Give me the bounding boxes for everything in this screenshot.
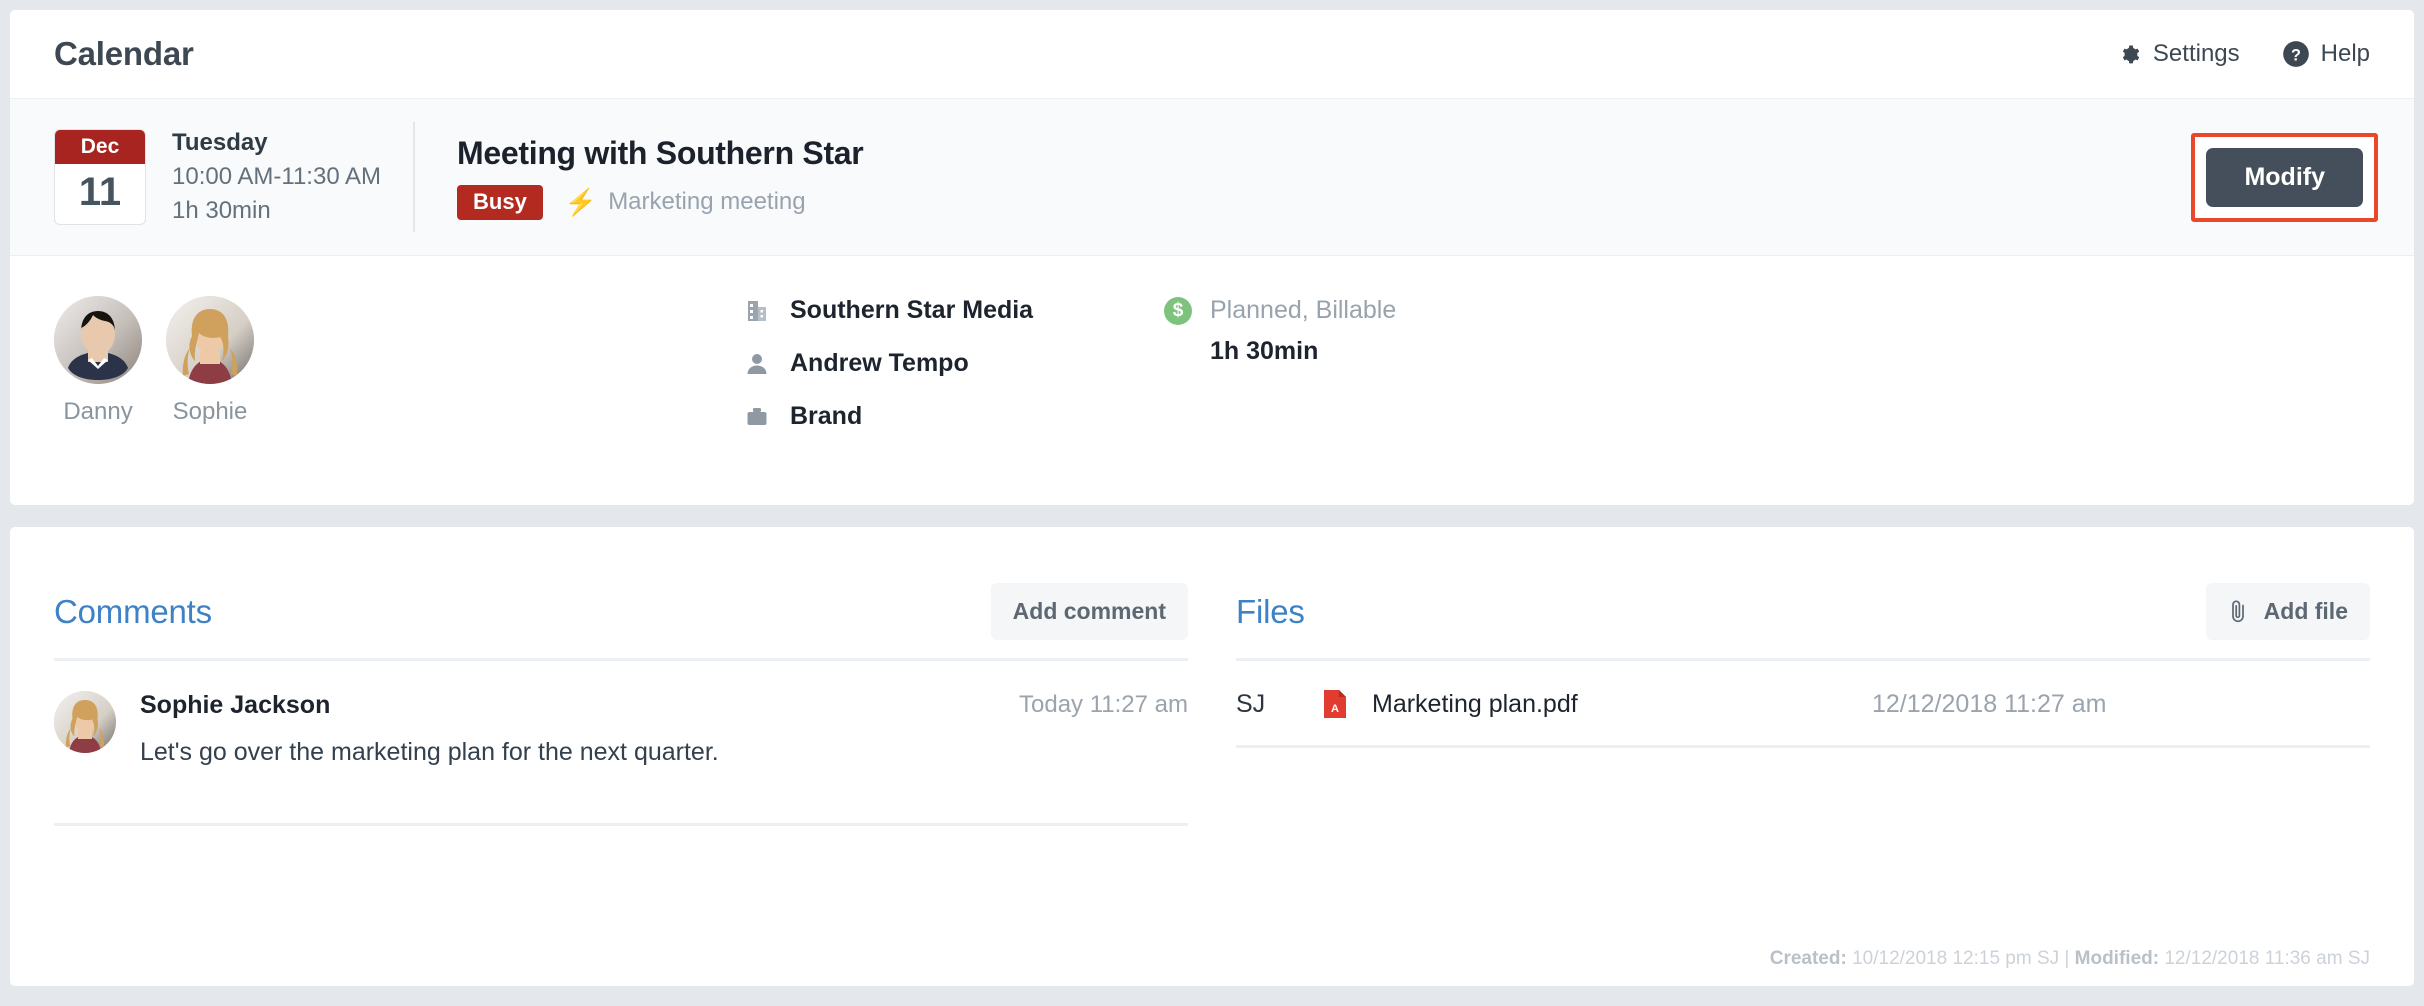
event-weekday: Tuesday bbox=[172, 128, 268, 156]
modify-button[interactable]: Modify bbox=[2206, 147, 2363, 207]
divider bbox=[54, 823, 1188, 826]
title-bar: Calendar Settings ? Help bbox=[10, 10, 2414, 98]
billing-block: $ Planned, Billable 1h 30min bbox=[1164, 296, 2370, 504]
billing-row: $ Planned, Billable bbox=[1164, 296, 2370, 325]
comment-author: Sophie Jackson bbox=[140, 691, 331, 719]
file-row[interactable]: SJ A Marketing plan.pdf 12/12/2018 11:27… bbox=[1236, 661, 2370, 745]
vertical-divider bbox=[413, 122, 416, 232]
created-label: Created: bbox=[1769, 948, 1847, 969]
event-meta-list: Southern Star Media Andrew Tempo Brand bbox=[744, 296, 1164, 504]
comment-item: Sophie Jackson Today 11:27 am Let's go o… bbox=[54, 661, 1188, 767]
attendee-name: Danny bbox=[63, 398, 133, 425]
comment-time: Today 11:27 am bbox=[1019, 691, 1188, 718]
avatar bbox=[54, 691, 116, 753]
meta-value: Southern Star Media bbox=[790, 296, 1034, 324]
gear-icon bbox=[2115, 41, 2142, 68]
question-circle-icon: ? bbox=[2282, 40, 2310, 68]
date-badge: Dec 11 bbox=[54, 129, 146, 225]
help-button[interactable]: ? Help bbox=[2282, 40, 2370, 68]
help-label: Help bbox=[2320, 40, 2370, 67]
paperclip-icon bbox=[2228, 599, 2250, 625]
pdf-file-icon: A bbox=[1322, 689, 1352, 719]
event-time-range: 10:00 AM-11:30 AM bbox=[172, 162, 382, 190]
event-header-band: Dec 11 Tuesday 10:00 AM-11:30 AM 1h 30mi… bbox=[10, 98, 2414, 256]
add-comment-button[interactable]: Add comment bbox=[990, 583, 1188, 640]
files-section: Files Add file SJ A Marketing plan.pdf 1… bbox=[1188, 583, 2370, 986]
file-date: 12/12/2018 11:27 am bbox=[1872, 689, 2107, 718]
page-title: Calendar bbox=[54, 35, 194, 72]
meta-row-person: Andrew Tempo bbox=[744, 349, 1164, 378]
billing-value: 1h 30min bbox=[1210, 337, 1319, 365]
settings-button[interactable]: Settings bbox=[2115, 40, 2240, 68]
title-bar-actions: Settings ? Help bbox=[2115, 40, 2370, 68]
meta-value: Brand bbox=[790, 402, 863, 430]
building-icon bbox=[744, 299, 770, 323]
meta-row-company: Southern Star Media bbox=[744, 296, 1164, 325]
event-card: Calendar Settings ? Help Dec 11 Tuesday … bbox=[10, 10, 2414, 505]
event-type: ⚡ Marketing meeting bbox=[565, 188, 806, 216]
dollar-coin-icon: $ bbox=[1164, 296, 1192, 325]
event-subline: Busy ⚡ Marketing meeting bbox=[457, 184, 2191, 220]
divider bbox=[1236, 745, 2370, 748]
record-meta: Created: 10/12/2018 12:15 pm SJ | Modifi… bbox=[1770, 948, 2370, 970]
svg-text:?: ? bbox=[2291, 46, 2301, 64]
event-details: Danny Sophie Southern Star Media Andrew … bbox=[10, 256, 2414, 504]
event-type-label: Marketing meeting bbox=[608, 188, 806, 215]
event-main: Meeting with Southern Star Busy ⚡ Market… bbox=[457, 135, 2191, 220]
settings-label: Settings bbox=[2152, 40, 2240, 67]
activity-card: Comments Add comment Sophie Jackson Toda… bbox=[10, 527, 2414, 986]
comment-body: Sophie Jackson Today 11:27 am Let's go o… bbox=[140, 691, 1188, 767]
add-comment-label: Add comment bbox=[1012, 598, 1166, 624]
attendee-name: Sophie bbox=[172, 398, 248, 425]
add-file-label: Add file bbox=[2263, 598, 2348, 624]
file-owner-initials: SJ bbox=[1236, 689, 1266, 718]
files-title: Files bbox=[1236, 592, 1305, 630]
page-root: Calendar Settings ? Help Dec 11 Tuesday … bbox=[0, 0, 2424, 1006]
comment-meta: Sophie Jackson Today 11:27 am bbox=[140, 691, 1188, 720]
files-header: Files Add file bbox=[1236, 583, 2370, 658]
modify-highlight: Modify bbox=[2191, 132, 2378, 222]
comments-header: Comments Add comment bbox=[54, 583, 1188, 658]
attendee-item[interactable]: Danny bbox=[54, 296, 142, 504]
event-duration: 1h 30min bbox=[172, 197, 271, 225]
person-icon bbox=[744, 352, 770, 376]
comments-title: Comments bbox=[54, 592, 212, 630]
event-when: Tuesday 10:00 AM-11:30 AM 1h 30min bbox=[172, 126, 381, 228]
svg-text:A: A bbox=[1331, 703, 1339, 715]
briefcase-icon bbox=[744, 405, 770, 429]
billing-label: Planned, Billable bbox=[1210, 296, 1397, 324]
lightning-icon: ⚡ bbox=[564, 187, 598, 217]
date-month: Dec bbox=[55, 130, 145, 164]
modified-label: Modified: bbox=[2074, 948, 2160, 969]
meta-separator: | bbox=[2064, 948, 2070, 969]
meta-value: Andrew Tempo bbox=[790, 349, 969, 377]
avatar bbox=[54, 296, 142, 384]
created-value: 10/12/2018 12:15 pm SJ bbox=[1852, 948, 2060, 969]
event-title: Meeting with Southern Star bbox=[457, 134, 864, 171]
comments-section: Comments Add comment Sophie Jackson Toda… bbox=[54, 583, 1188, 986]
avatar bbox=[166, 296, 254, 384]
file-name[interactable]: Marketing plan.pdf bbox=[1372, 690, 1872, 719]
add-file-button[interactable]: Add file bbox=[2205, 583, 2370, 640]
modified-value: 12/12/2018 11:36 am SJ bbox=[2164, 948, 2370, 969]
date-day: 11 bbox=[78, 170, 122, 214]
status-badge: Busy bbox=[457, 184, 543, 220]
attendee-list: Danny Sophie bbox=[54, 296, 744, 504]
attendee-item[interactable]: Sophie bbox=[166, 296, 254, 504]
meta-row-brand: Brand bbox=[744, 402, 1164, 431]
comment-text: Let's go over the marketing plan for the… bbox=[140, 738, 719, 766]
